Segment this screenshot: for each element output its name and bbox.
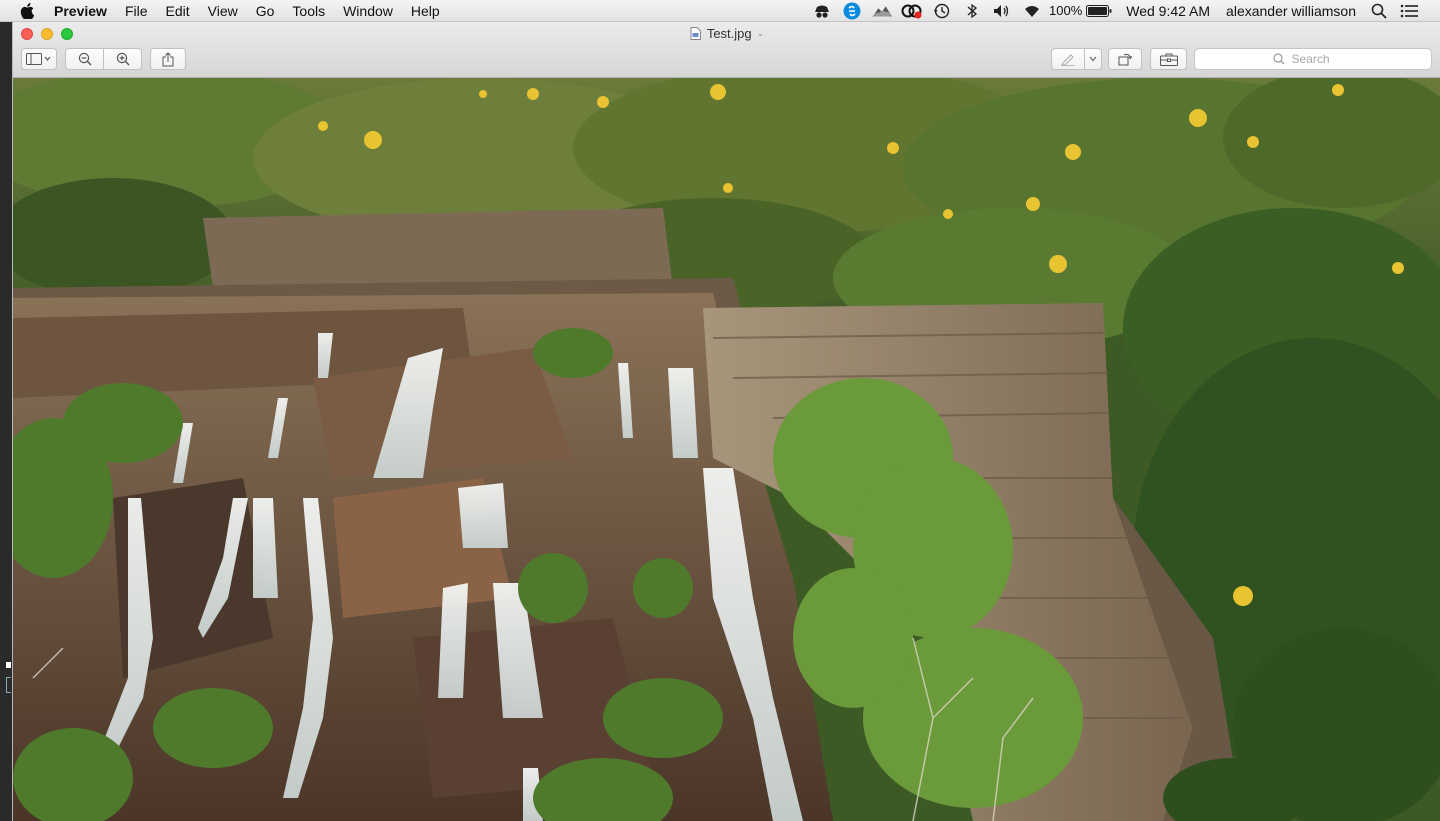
bluetooth-icon[interactable] [961,0,983,21]
background-mark [6,677,11,693]
markup-button[interactable] [1051,48,1085,70]
shazam-icon[interactable] [841,0,863,21]
pen-icon [1061,54,1075,66]
battery-icon[interactable] [1086,0,1112,21]
sidebar-toggle-button[interactable] [21,48,57,70]
menu-file[interactable]: File [125,3,148,19]
menu-edit[interactable]: Edit [166,3,190,19]
share-button[interactable] [150,48,186,70]
menu-bar: Preview File Edit View Go Tools Window H… [0,0,1440,22]
volume-icon[interactable] [991,0,1013,21]
cloud-icon[interactable] [871,0,893,21]
zoom-out-icon [78,52,91,66]
rotate-icon [1118,53,1132,66]
background-mark [6,662,11,668]
menu-view[interactable]: View [208,3,238,19]
toolbox-icon [1159,53,1178,66]
notification-center-icon[interactable] [1398,0,1420,21]
search-input[interactable] [1289,51,1354,67]
markup-menu-button[interactable] [1085,48,1102,70]
sidebar-icon [26,53,51,65]
title-bar: Test.jpg ⌄ [13,22,1440,78]
window-title-text: Test.jpg [706,26,752,41]
background-window-edge [0,22,12,821]
window-title[interactable]: Test.jpg ⌄ [13,26,1440,41]
status-area: 100% Wed 9:42 AM alexander williamson [803,0,1440,21]
creative-cloud-icon[interactable] [901,0,923,21]
user-name[interactable]: alexander williamson [1226,3,1356,19]
menu-window[interactable]: Window [343,3,393,19]
spotlight-search-icon[interactable] [1368,0,1390,21]
time-machine-icon[interactable] [931,0,953,21]
preview-window: Test.jpg ⌄ [12,22,1440,821]
menu-go[interactable]: Go [256,3,275,19]
wifi-icon[interactable] [1021,0,1043,21]
zoom-out-button[interactable] [65,48,104,70]
search-icon [1272,53,1284,65]
apple-menu-icon[interactable] [20,2,38,19]
menu-help[interactable]: Help [411,3,440,19]
spy-extension-icon[interactable] [811,0,833,21]
image-view[interactable] [13,78,1440,821]
menu-app-name[interactable]: Preview [54,3,107,19]
rotate-button[interactable] [1108,48,1142,70]
chevron-down-icon [1089,56,1097,62]
share-icon [162,51,174,66]
zoom-in-button[interactable] [104,48,142,70]
menu-tools[interactable]: Tools [292,3,325,19]
document-icon [690,27,701,40]
search-field[interactable] [1194,48,1432,70]
zoom-in-icon [116,52,129,66]
toolbox-button[interactable] [1150,48,1187,70]
battery-percent[interactable]: 100% [1049,3,1082,18]
datetime[interactable]: Wed 9:42 AM [1126,3,1210,19]
chevron-down-icon: ⌄ [756,28,765,38]
waterfall-photo [13,78,1440,821]
